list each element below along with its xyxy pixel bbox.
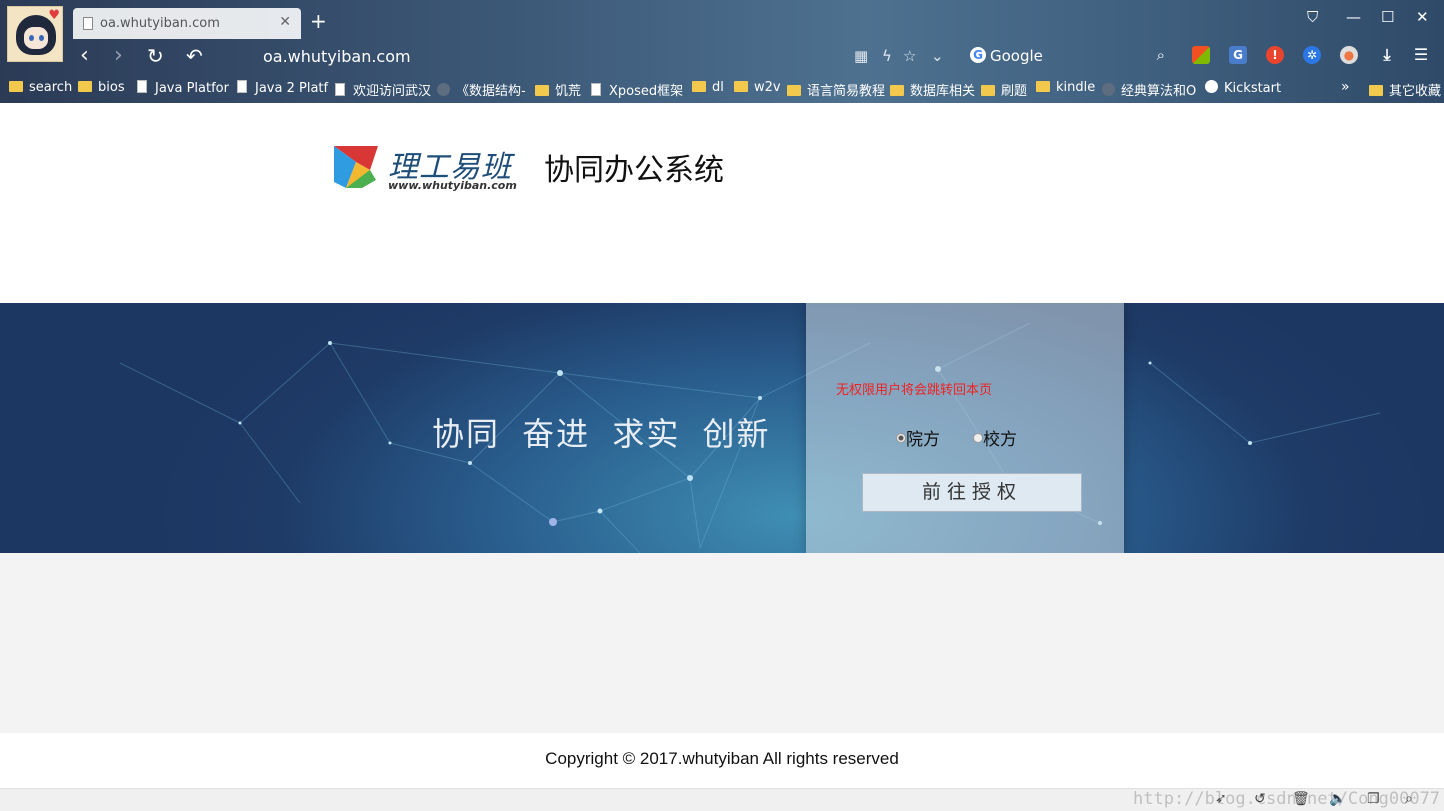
history-icon[interactable]: ↺ [1254,791,1266,807]
close-window-button[interactable]: ✕ [1416,8,1429,26]
minimize-button[interactable]: — [1346,8,1361,26]
folder-icon [734,81,748,92]
reload-button[interactable]: ↻ [147,43,164,69]
page-footer: Copyright © 2017.whutyiban All rights re… [0,733,1444,788]
browser-tab[interactable]: oa.whutyiban.com ✕ [73,8,301,39]
skin-icon[interactable]: ⛉ [1307,8,1318,26]
heart-icon: ♥ [48,8,60,23]
alert-icon[interactable]: ! [1266,46,1284,64]
login-panel: 无权限用户将会跳转回本页 院方 校方 前往授权 [806,303,1124,553]
folder-icon [78,81,92,92]
blue-icon[interactable]: ✲ [1303,46,1321,64]
back-button[interactable]: ‹ [80,43,89,69]
folder-icon [1369,85,1383,96]
banner-slogan: 协同 奋进 求实 创新 [432,415,771,453]
bookmark-item[interactable]: 数据库相关 [890,80,975,99]
search-engine-label[interactable]: Google [990,47,1043,65]
lightning-icon[interactable]: ϟ [882,46,892,66]
tab-title: oa.whutyiban.com [100,16,220,31]
bookmark-item[interactable]: 语言简易教程 [787,80,885,99]
bookmark-item[interactable]: Java 2 Platf [237,80,328,96]
url-text[interactable]: oa.whutyiban.com [263,47,411,66]
bookmark-item[interactable]: 欢迎访问武汉 [335,80,431,99]
chevron-down-icon[interactable]: ⌄ [931,46,944,66]
site-icon [437,83,450,96]
bookmark-item[interactable]: 饥荒 [535,80,581,99]
page-icon [137,80,147,93]
user-avatar[interactable]: ♥ [7,6,63,62]
page-icon [591,83,601,96]
folder-icon [890,85,904,96]
menu-icon[interactable]: ☰ [1412,46,1430,64]
bookmark-item[interactable]: Kickstart [1205,80,1281,96]
radio-hospital[interactable]: 院方 [896,425,940,450]
bookmarks-bar: search bios Java Platfor Java 2 Platf 欢迎… [0,75,1444,102]
new-tab-button[interactable]: + [310,10,327,32]
content-area [0,553,1444,733]
page-icon [237,80,247,93]
bookmark-item[interactable]: dl [692,80,724,95]
google-icon [1205,80,1218,93]
bookmark-item[interactable]: Xposed框架 [591,80,683,99]
folder-icon [9,81,23,92]
google-icon: G [970,47,986,63]
copyright-text: Copyright © 2017.whutyiban All rights re… [545,749,899,768]
download-icon[interactable]: ⤓ [1378,46,1396,64]
qr-icon[interactable]: ▦ [854,46,868,66]
bookmark-item[interactable]: Java Platfor [137,80,229,96]
bookmark-item[interactable]: w2v [734,80,781,95]
folder-icon [535,85,549,96]
undo-button[interactable]: ↶ [186,43,203,69]
windows-icon[interactable] [1192,46,1210,64]
bookmark-item[interactable]: 经典算法和O [1102,80,1196,99]
logo-mark-icon [334,146,378,188]
radio-school[interactable]: 校方 [973,425,1017,450]
trash-icon[interactable]: 🗑 [1292,791,1310,807]
page-favicon-icon [83,17,93,30]
radio-selected-icon[interactable] [896,433,906,443]
bookmark-item[interactable]: kindle [1036,80,1095,95]
bookmark-item[interactable]: 《数据结构- [437,80,526,99]
system-title: 协同办公系统 [544,153,724,188]
window-icon[interactable]: ❐ [1367,791,1380,807]
forward-button[interactable]: › [114,43,123,69]
address-bar[interactable]: oa.whutyiban.com ▦ ϟ ☆ ⌄ [222,43,952,70]
site-logo[interactable]: 理工易班 www.whutyiban.com [332,140,522,196]
folder-icon [1036,81,1050,92]
bookmarks-more-icon[interactable]: » [1341,79,1350,95]
search-icon[interactable]: ⌕ [1157,46,1165,64]
authorize-button[interactable]: 前往授权 [862,473,1082,512]
watermark-text: http://blog.csdn.net/Cong00077 [1133,789,1441,809]
radio-unselected-icon[interactable] [973,433,983,443]
page-header-area [0,103,1444,303]
radio-label: 院方 [906,430,940,450]
folder-icon [787,85,801,96]
star-icon[interactable]: ☆ [903,46,916,66]
page-icon [335,83,345,96]
folder-icon [692,81,706,92]
permission-notice: 无权限用户将会跳转回本页 [836,383,993,398]
bookmark-item[interactable]: search [9,80,72,95]
zoom-icon[interactable]: ⌕ [1405,791,1413,807]
translate-icon[interactable]: G [1229,46,1247,64]
maximize-button[interactable]: ☐ [1381,8,1394,26]
rocket-icon[interactable]: ➶ [1215,791,1227,807]
circle-icon[interactable]: ● [1340,46,1358,64]
bookmark-item[interactable]: 刷题 [981,80,1027,99]
hero-banner: 协同 奋进 求实 创新 无权限用户将会跳转回本页 院方 校方 前往授权 [0,303,1444,553]
status-bar: http://blog.csdn.net/Cong00077 ➶ ↺ 🗑 🔈 ❐… [0,788,1444,811]
folder-icon [981,85,995,96]
volume-icon[interactable]: 🔈 [1329,791,1346,807]
radio-label: 校方 [983,430,1017,450]
other-bookmarks[interactable]: 其它收藏 [1369,80,1441,99]
close-tab-icon[interactable]: ✕ [279,14,291,30]
bookmark-item[interactable]: bios [78,80,125,95]
logo-url: www.whutyiban.com [388,179,517,192]
browser-chrome: ♥ oa.whutyiban.com ✕ + ⛉ — ☐ ✕ ‹ › ↻ ↶ o… [0,0,1444,103]
site-icon [1102,83,1115,96]
search-box[interactable]: G Google ⌕ [965,43,1173,70]
